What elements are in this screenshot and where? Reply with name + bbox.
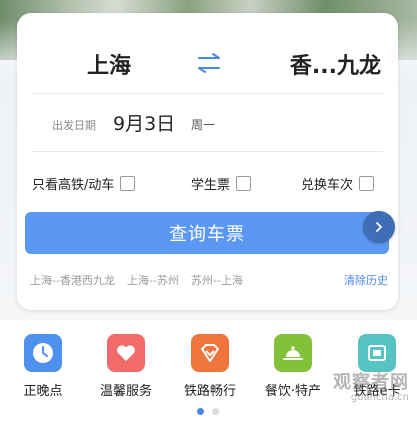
option-high-speed-only[interactable]: 只看高铁/动车 (32, 174, 136, 193)
option-label: 兑换车次 (301, 178, 354, 193)
option-exchange-train[interactable]: 兑换车次 (301, 174, 375, 193)
page-dot[interactable] (212, 408, 219, 415)
card-icon (358, 334, 396, 372)
option-label: 学生票 (191, 178, 231, 193)
service-label: 餐饮·特产 (264, 384, 322, 399)
history-item[interactable]: 苏州--上海 (191, 272, 243, 288)
watermark-text: 观察者网 (333, 372, 409, 393)
page-indicator (197, 408, 219, 415)
page-dot-active[interactable] (197, 408, 204, 415)
history-item[interactable]: 上海--苏州 (127, 272, 179, 288)
heart-icon (107, 334, 145, 372)
service-catering[interactable]: 餐饮·特产 (253, 334, 333, 399)
watermark: 观察者网 guancha.cn (333, 368, 409, 403)
service-label: 铁路畅行 (183, 384, 236, 399)
clock-icon (24, 334, 62, 372)
departure-city[interactable]: 上海 (87, 48, 131, 80)
service-on-time[interactable]: 正晚点 (3, 334, 83, 399)
query-tickets-button[interactable]: 查询车票 (25, 212, 389, 254)
swap-icon[interactable] (193, 51, 225, 75)
diamond-icon (191, 334, 229, 372)
history-item[interactable]: 上海--香港西九龙 (30, 272, 115, 288)
search-history: 上海--香港西九龙 上海--苏州 苏州--上海 (30, 272, 243, 288)
checkbox[interactable] (359, 176, 375, 191)
service-railway-pass[interactable]: 铁路畅行 (170, 334, 250, 399)
ticket-search-card: 上海 香...九龙 出发日期 9月3日 周一 只看高铁/动车 学生票 兑换车次 … (17, 13, 398, 310)
clear-history-link[interactable]: 清除历史 (344, 272, 388, 288)
checkbox[interactable] (120, 176, 136, 191)
divider (32, 151, 383, 152)
food-cover-icon (274, 334, 312, 372)
option-student-ticket[interactable]: 学生票 (191, 174, 252, 193)
arrival-city[interactable]: 香...九龙 (290, 48, 381, 80)
service-label: 正晚点 (23, 384, 63, 399)
divider (32, 93, 383, 94)
service-warm[interactable]: 温馨服务 (86, 334, 166, 399)
chevron-right-icon[interactable] (363, 211, 395, 243)
service-label: 温馨服务 (99, 384, 152, 399)
departure-weekday: 周一 (191, 118, 216, 132)
departure-date-label: 出发日期 (52, 119, 96, 132)
option-label: 只看高铁/动车 (32, 178, 115, 193)
checkbox[interactable] (236, 176, 252, 191)
departure-date-value[interactable]: 9月3日 (113, 109, 175, 136)
